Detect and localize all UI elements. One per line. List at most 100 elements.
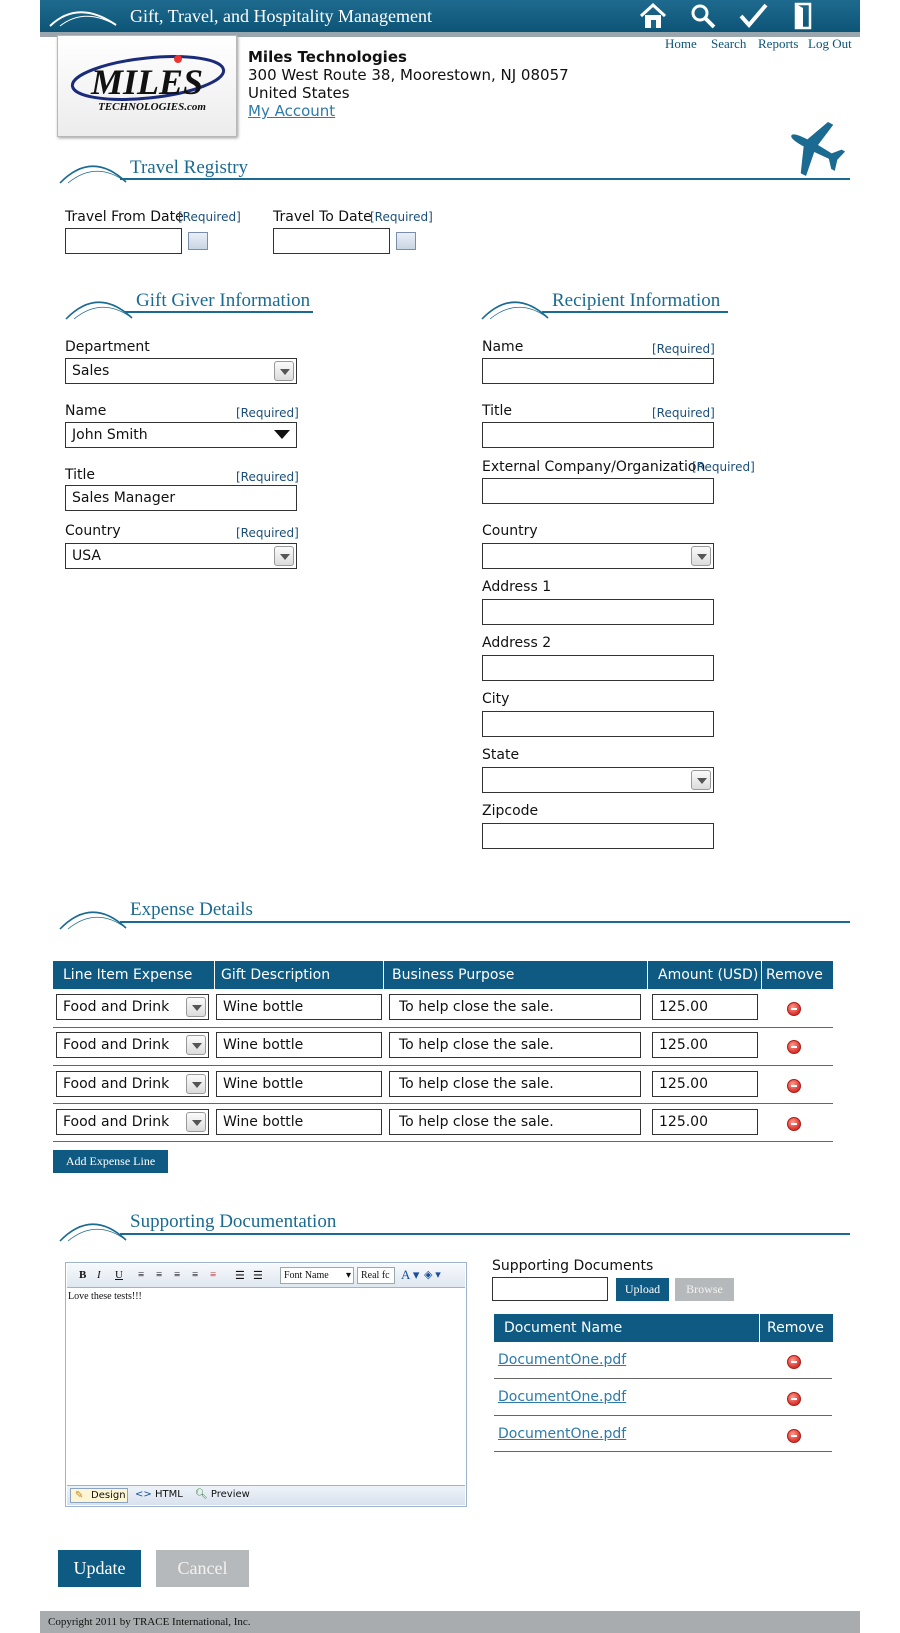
calendar-icon[interactable] (188, 232, 208, 250)
chevron-down-icon[interactable] (274, 546, 294, 566)
chevron-down-icon[interactable] (691, 546, 711, 566)
app-title: Gift, Travel, and Hospitality Management (130, 6, 432, 26)
company-address: 300 West Route 38, Moorestown, NJ 08057 (248, 66, 569, 84)
giver-name-select[interactable]: John Smith (65, 422, 297, 448)
business-purpose-input[interactable]: To help close the sale. (389, 1032, 641, 1058)
recipient-title-input[interactable] (482, 422, 714, 448)
business-purpose-input[interactable]: To help close the sale. (389, 994, 641, 1020)
justify-icon[interactable]: ≡ (192, 1269, 198, 1281)
remove-row-icon[interactable] (787, 1079, 801, 1093)
browse-button[interactable]: Browse (675, 1278, 734, 1301)
giver-title-input[interactable]: Sales Manager (65, 485, 297, 511)
underline-icon[interactable]: U (115, 1269, 123, 1281)
preview-tab[interactable]: 🔍︎ Preview (195, 1489, 250, 1500)
expense-type-select[interactable]: Food and Drink (56, 1032, 209, 1058)
chevron-down-icon[interactable] (186, 1035, 206, 1055)
font-color-icon[interactable]: A ▾ (401, 1267, 419, 1283)
remove-row-icon[interactable] (787, 1117, 801, 1131)
gift-description-input[interactable]: Wine bottle (216, 1071, 382, 1097)
remove-document-icon[interactable] (787, 1392, 801, 1406)
city-input[interactable] (482, 711, 714, 737)
expense-type-select[interactable]: Food and Drink (56, 1071, 209, 1097)
amount-input[interactable]: 125.00 (652, 1109, 758, 1135)
design-tab[interactable]: ✎ Design (70, 1488, 128, 1503)
document-link[interactable]: DocumentOne.pdf (498, 1426, 626, 1442)
giver-country-select[interactable]: USA (65, 543, 297, 569)
update-button[interactable]: Update (58, 1550, 141, 1587)
gift-description-input[interactable]: Wine bottle (216, 1109, 382, 1135)
recipient-name-input[interactable] (482, 358, 714, 384)
calendar-icon[interactable] (396, 232, 416, 250)
app-header-bar: Gift, Travel, and Hospitality Management (40, 0, 860, 32)
section-divider (120, 1233, 850, 1235)
recipient-name-label: Name (482, 339, 524, 355)
department-select[interactable]: Sales (65, 358, 297, 384)
remove-row-icon[interactable] (787, 1002, 801, 1016)
nav-reports-link[interactable]: Reports (758, 36, 798, 52)
travel-to-input[interactable] (273, 228, 390, 254)
miles-logo-icon: MILES TECHNOLOGIES.com (70, 55, 226, 113)
nav-home-link[interactable]: Home (665, 36, 697, 52)
html-tab[interactable]: <> HTML (135, 1489, 183, 1500)
rich-text-editor[interactable]: B I U ≡ ≡ ≡ ≡ ≡ ☰ ☰ Font Name ▾ Real fc A… (65, 1262, 467, 1507)
search-icon[interactable] (688, 2, 718, 30)
recipient-org-input[interactable] (482, 478, 714, 504)
document-link[interactable]: DocumentOne.pdf (498, 1389, 626, 1405)
recipient-country-select[interactable] (482, 543, 714, 569)
chevron-down-icon[interactable] (274, 361, 294, 381)
align-right-icon[interactable]: ≡ (174, 1269, 180, 1281)
address2-input[interactable] (482, 655, 714, 681)
file-path-input[interactable] (492, 1277, 608, 1301)
nav-search-link[interactable]: Search (711, 36, 746, 52)
upload-button[interactable]: Upload (616, 1278, 669, 1301)
remove-row-icon[interactable] (787, 1040, 801, 1054)
home-icon[interactable] (638, 2, 668, 30)
row-divider (53, 1103, 833, 1104)
bullet-list-icon[interactable]: ☰ (253, 1269, 263, 1282)
align-left-icon[interactable]: ≡ (138, 1269, 144, 1281)
align-center-icon[interactable]: ≡ (156, 1269, 162, 1281)
business-purpose-input[interactable]: To help close the sale. (389, 1109, 641, 1135)
pencil-icon: ✎ (75, 1490, 84, 1501)
address1-input[interactable] (482, 599, 714, 625)
checkmark-icon[interactable] (738, 2, 768, 30)
caret-down-icon[interactable] (274, 430, 290, 440)
bold-icon[interactable]: B (79, 1269, 86, 1281)
strikethrough-icon[interactable]: ≡ (210, 1269, 216, 1281)
business-purpose-input[interactable]: To help close the sale. (389, 1071, 641, 1097)
travel-from-input[interactable] (65, 228, 182, 254)
ordered-list-icon[interactable]: ☰ (235, 1269, 245, 1282)
expense-type-select[interactable]: Food and Drink (56, 994, 209, 1020)
nav-logout-link[interactable]: Log Out (808, 36, 852, 52)
remove-document-icon[interactable] (787, 1429, 801, 1443)
font-size-select[interactable]: Real fc (357, 1267, 395, 1284)
chevron-down-icon[interactable] (186, 1112, 206, 1132)
italic-icon[interactable]: I (97, 1269, 101, 1281)
highlight-icon[interactable]: ◈ ▾ (424, 1268, 441, 1281)
chevron-down-icon[interactable] (186, 1074, 206, 1094)
font-name-select[interactable]: Font Name ▾ (280, 1267, 354, 1284)
giver-country-value: USA (72, 548, 101, 564)
document-link[interactable]: DocumentOne.pdf (498, 1352, 626, 1368)
section-divider (120, 178, 850, 180)
my-account-link[interactable]: My Account (248, 102, 569, 120)
row-divider (53, 1027, 833, 1028)
editor-content[interactable]: Love these tests!!! (68, 1291, 142, 1302)
zipcode-input[interactable] (482, 823, 714, 849)
remove-document-icon[interactable] (787, 1355, 801, 1369)
section-divider (120, 921, 850, 923)
gift-description-input[interactable]: Wine bottle (216, 994, 382, 1020)
chevron-down-icon[interactable] (186, 997, 206, 1017)
logout-door-icon[interactable] (788, 2, 818, 30)
cancel-button[interactable]: Cancel (156, 1550, 249, 1587)
amount-input[interactable]: 125.00 (652, 994, 758, 1020)
add-expense-line-button[interactable]: Add Expense Line (53, 1150, 168, 1173)
gift-description-input[interactable]: Wine bottle (216, 1032, 382, 1058)
amount-input[interactable]: 125.00 (652, 1071, 758, 1097)
expense-type-select[interactable]: Food and Drink (56, 1109, 209, 1135)
state-select[interactable] (482, 767, 714, 793)
swoosh-logo-icon (49, 11, 117, 27)
amount-input[interactable]: 125.00 (652, 1032, 758, 1058)
chevron-down-icon[interactable] (691, 770, 711, 790)
recipient-org-label: External Company/Organization (482, 459, 706, 475)
